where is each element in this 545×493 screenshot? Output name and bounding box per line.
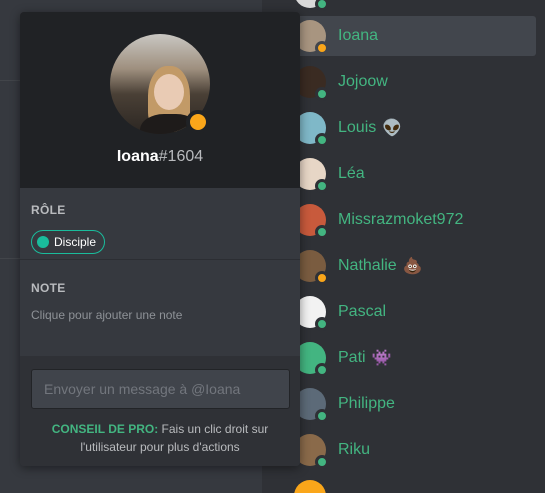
status-online-icon bbox=[315, 87, 329, 101]
member-name: Nathalie bbox=[338, 257, 397, 274]
member-item[interactable]: Riku bbox=[292, 430, 536, 470]
divider bbox=[20, 259, 300, 260]
status-online-icon bbox=[315, 179, 329, 193]
member-item-partial[interactable] bbox=[292, 0, 536, 12]
discriminator: #1604 bbox=[158, 148, 204, 165]
status-online-icon bbox=[315, 317, 329, 331]
member-item[interactable]: Ioana bbox=[292, 16, 536, 56]
role-name: Disciple bbox=[54, 235, 97, 249]
custom-status-emoji: 💩 bbox=[402, 258, 423, 275]
status-idle-icon bbox=[186, 110, 210, 134]
role-section-title: RÔLE bbox=[31, 203, 66, 217]
member-item[interactable]: Jojoow bbox=[292, 62, 536, 102]
member-name: Riku bbox=[338, 441, 371, 458]
status-online-icon bbox=[315, 455, 329, 469]
member-item-partial[interactable] bbox=[292, 476, 536, 493]
member-item[interactable]: Missrazmoket972 bbox=[292, 200, 536, 240]
member-name: Léa bbox=[338, 165, 365, 182]
user-profile-popout: Ioana#1604 RÔLE Disciple NOTE Clique pou… bbox=[20, 12, 300, 466]
username: Ioana bbox=[116, 148, 159, 165]
role-color-dot bbox=[37, 236, 49, 248]
message-input[interactable] bbox=[31, 369, 290, 409]
avatar bbox=[294, 480, 326, 493]
status-idle-icon bbox=[315, 271, 329, 285]
status-online-icon bbox=[315, 133, 329, 147]
member-item[interactable]: Léa bbox=[292, 154, 536, 194]
role-pill[interactable]: Disciple bbox=[31, 230, 106, 254]
status-idle-icon bbox=[315, 41, 329, 55]
member-name: Missrazmoket972 bbox=[338, 211, 464, 228]
status-online-icon bbox=[315, 225, 329, 239]
popout-header: Ioana#1604 bbox=[20, 12, 300, 188]
member-name: Louis bbox=[338, 119, 377, 136]
note-section-title: NOTE bbox=[31, 281, 66, 295]
member-item[interactable]: Louis 👽 bbox=[292, 108, 536, 148]
status-online-icon bbox=[315, 0, 329, 11]
member-name: Pascal bbox=[338, 303, 387, 320]
status-online-icon bbox=[315, 409, 329, 423]
status-online-icon bbox=[315, 363, 329, 377]
popout-footer: CONSEIL DE PRO: Fais un clic droit sur l… bbox=[20, 356, 300, 466]
member-item[interactable]: Nathalie 💩 bbox=[292, 246, 536, 286]
member-name: Philippe bbox=[338, 395, 395, 412]
protip-label: CONSEIL DE PRO: bbox=[51, 422, 159, 436]
custom-status-emoji: 👽 bbox=[382, 120, 403, 137]
member-item[interactable]: Philippe bbox=[292, 384, 536, 424]
user-tag[interactable]: Ioana#1604 bbox=[20, 148, 300, 166]
member-name: Jojoow bbox=[338, 73, 388, 90]
member-name: Pati bbox=[338, 349, 366, 366]
member-item[interactable]: Pati 👾 bbox=[292, 338, 536, 378]
avatar bbox=[294, 0, 329, 11]
member-item[interactable]: Pascal bbox=[292, 292, 536, 332]
protip: CONSEIL DE PRO: Fais un clic droit sur l… bbox=[34, 420, 286, 456]
member-name: Ioana bbox=[338, 27, 379, 44]
member-list: Ioana Jojoow Louis 👽 Léa Missrazmoket972 Natha… bbox=[276, 0, 545, 493]
custom-status-emoji: 👾 bbox=[371, 350, 392, 367]
note-field[interactable]: Clique pour ajouter une note bbox=[31, 308, 182, 322]
